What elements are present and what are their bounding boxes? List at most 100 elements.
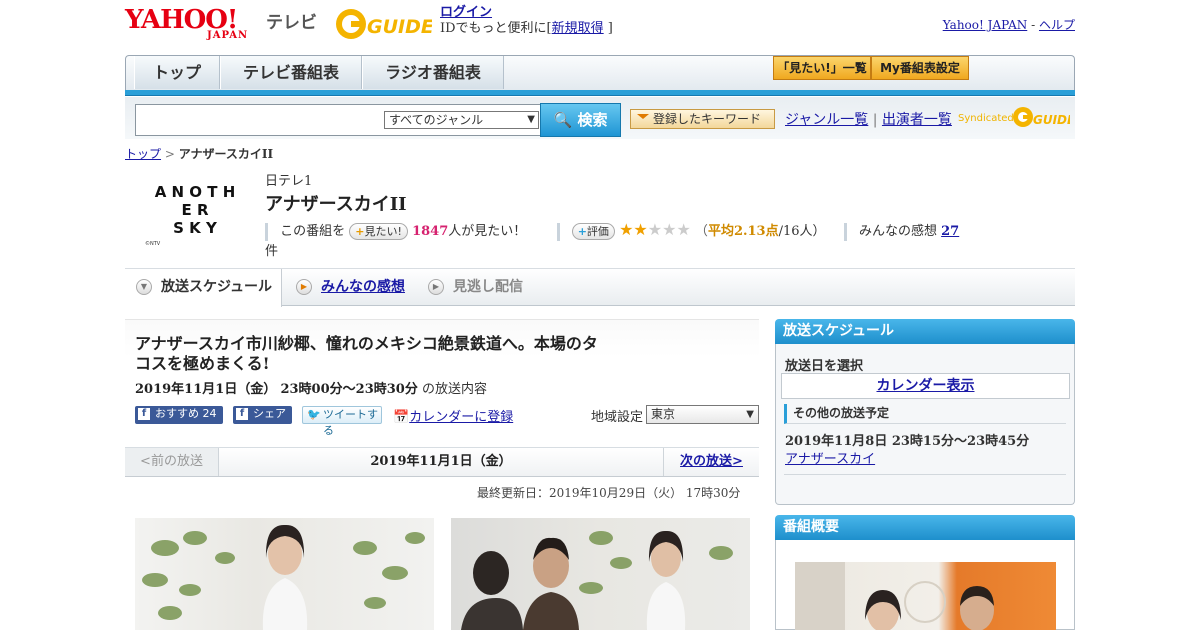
program-logo: A N O T H E R S K Y ©NTV	[143, 171, 248, 247]
login-block: ログイン IDでもっと便利に[新規取得 ]	[440, 5, 613, 37]
want-prefix: この番組を	[280, 224, 346, 239]
breadcrumb-home[interactable]: トップ	[125, 147, 161, 161]
svg-text:GUIDE: GUIDE	[1033, 113, 1070, 127]
tab-vod-label: 見逃し配信	[453, 279, 523, 295]
magnifier-icon: 🔍	[553, 111, 573, 129]
main-nav: トップ テレビ番組表 ラジオ番組表 「見たい!」一覧 My番組表設定	[125, 55, 1075, 93]
register-link[interactable]: 新規取得	[552, 21, 604, 36]
rating-stars: ★★★★★	[619, 220, 691, 239]
episode-hours: 23時00分～23時30分	[280, 382, 418, 397]
recommend-count: 24	[202, 407, 217, 420]
star-icon: ★	[676, 220, 691, 239]
overview-photo	[795, 562, 1056, 630]
next-episode-link[interactable]: 次の放送>	[680, 454, 743, 469]
want-button-label: 見たい!	[364, 225, 402, 238]
want-count: 1847	[412, 224, 449, 239]
region-label: 地域設定	[591, 410, 644, 425]
rating-count: /16人）	[778, 224, 826, 239]
calendar-view-link[interactable]: カレンダー表示	[877, 378, 975, 394]
select-date-label: 放送日を選択	[785, 359, 864, 374]
gguide-logo: GUIDE	[334, 6, 434, 42]
performer-list-link[interactable]: 出演者一覧	[882, 112, 952, 128]
episode-photo-2	[451, 518, 750, 630]
prev-episode-button[interactable]: <前の放送	[125, 448, 219, 476]
want-button[interactable]: +見たい!	[349, 223, 408, 240]
yahoo-japan-link[interactable]: Yahoo! JAPAN	[943, 18, 1028, 32]
search-button[interactable]: 🔍 検索	[540, 103, 621, 137]
search-bar: すべてのジャンル ▼ 🔍 検索 登録したキーワード ジャンル一覧 | 出演者一覧…	[125, 97, 1075, 139]
reviews-count-link[interactable]: 27	[941, 224, 959, 239]
rating-button-label: 評価	[586, 225, 609, 238]
episode-pager: <前の放送 2019年11月1日（金） 次の放送>	[125, 447, 759, 477]
stat-divider	[843, 222, 847, 241]
tweet-button[interactable]: 🐦 ツイートする	[302, 406, 382, 437]
facebook-recommend-button[interactable]: f おすすめ 24	[135, 406, 223, 424]
region-select[interactable]: 東京 ▼	[646, 405, 759, 424]
genre-list-link[interactable]: ジャンル一覧	[785, 112, 868, 128]
tab-schedule[interactable]: ▼ 放送スケジュール	[125, 269, 282, 307]
star-icon: ★	[647, 220, 663, 239]
search-links-divider: |	[872, 112, 878, 128]
other-broadcasts-heading: その他の放送予定	[784, 404, 1066, 424]
facebook-icon: f	[236, 408, 248, 420]
other-broadcast-item: アナザースカイ	[785, 448, 875, 467]
nav-tab-tv-schedule[interactable]: テレビ番組表	[220, 56, 362, 89]
last-updated: 最終更新日：2019年10月29日（火） 17時30分	[477, 486, 741, 500]
other-broadcast-link[interactable]: アナザースカイ	[785, 452, 875, 467]
tab-vod[interactable]: ▶ 見逃し配信	[417, 269, 557, 306]
breadcrumb: トップ > アナザースカイII	[125, 145, 273, 162]
star-icon: ★	[662, 220, 677, 239]
nav-tab-radio-schedule[interactable]: ラジオ番組表	[362, 56, 504, 89]
calendar-icon: 📅	[393, 410, 410, 425]
overview-panel	[775, 540, 1075, 630]
genre-select[interactable]: すべてのジャンル ▼	[384, 111, 539, 129]
tweet-label: ツイートする	[323, 408, 378, 437]
star-icon: ★	[619, 220, 634, 239]
facebook-share-button[interactable]: f シェア	[233, 406, 292, 424]
my-schedule-settings-button[interactable]: My番組表設定	[871, 56, 969, 80]
program-tabs: ▼ 放送スケジュール ▶ みんなの感想 ▶ 見逃し配信	[125, 268, 1075, 307]
add-to-calendar-link[interactable]: カレンダーに登録	[409, 410, 513, 425]
nav-accent-bar	[125, 90, 1075, 96]
other-broadcast-time: 2019年11月8日 23時15分～23時45分	[785, 434, 1030, 449]
calendar-view-button[interactable]: カレンダー表示	[781, 373, 1070, 399]
tab-reviews[interactable]: ▶ みんなの感想	[285, 269, 415, 306]
rating-button[interactable]: +評価	[571, 223, 615, 240]
region-select-value: 東京	[651, 407, 676, 421]
tv-service-label[interactable]: テレビ	[266, 8, 317, 33]
svg-text:A N O T H: A N O T H	[155, 183, 236, 201]
want-suffix: 人が見たい！	[448, 224, 527, 239]
login-prompt: IDでもっと便利に[新規取得 ]	[440, 21, 613, 36]
top-right-links: Yahoo! JAPAN - ヘルプ	[943, 16, 1075, 33]
header-separator: -	[1031, 18, 1036, 32]
stat-divider	[265, 222, 268, 241]
play-icon: ▶	[428, 279, 444, 295]
program-title: アナザースカイII	[265, 194, 407, 215]
reviews-suffix: 件	[265, 244, 279, 259]
saved-keywords-button[interactable]: 登録したキーワード	[630, 109, 775, 129]
stat-divider	[556, 222, 560, 241]
yahoo-japan-logo[interactable]: YAHOO! JAPAN	[125, 6, 261, 44]
facebook-icon: f	[138, 408, 150, 420]
schedule-panel: 放送日を選択 カレンダー表示 その他の放送予定 2019年11月8日 23時15…	[775, 344, 1075, 505]
reviews-prefix: みんなの感想	[858, 224, 937, 239]
svg-text:S K Y: S K Y	[173, 219, 218, 237]
want-list-button[interactable]: 「見たい!」一覧	[773, 56, 871, 80]
episode-date: 2019年11月1日（金）	[135, 382, 277, 397]
episode-title: アナザースカイ市川紗椰、憧れのメキシコ絶景鉄道へ。本場のタコスを極めまくる!	[135, 334, 598, 373]
tab-reviews-label[interactable]: みんなの感想	[321, 279, 405, 295]
share-label: シェア	[253, 407, 286, 420]
play-icon: ▶	[296, 279, 312, 295]
login-link[interactable]: ログイン	[440, 5, 492, 20]
twitter-bird-icon: 🐦	[307, 408, 321, 421]
rating-prefix: （	[694, 224, 708, 239]
overview-panel-title: 番組概要	[775, 515, 1075, 540]
star-icon: ★	[633, 220, 648, 239]
program-channel: 日テレ1	[265, 174, 313, 189]
episode-photo-1	[135, 518, 434, 630]
episode-time: 2019年11月1日（金） 23時00分～23時30分 の放送内容	[135, 378, 487, 397]
add-to-calendar[interactable]: 📅カレンダーに登録	[393, 406, 513, 425]
help-link[interactable]: ヘルプ	[1039, 18, 1075, 32]
next-episode-button[interactable]: 次の放送>	[663, 448, 759, 476]
nav-tab-top[interactable]: トップ	[134, 56, 220, 89]
